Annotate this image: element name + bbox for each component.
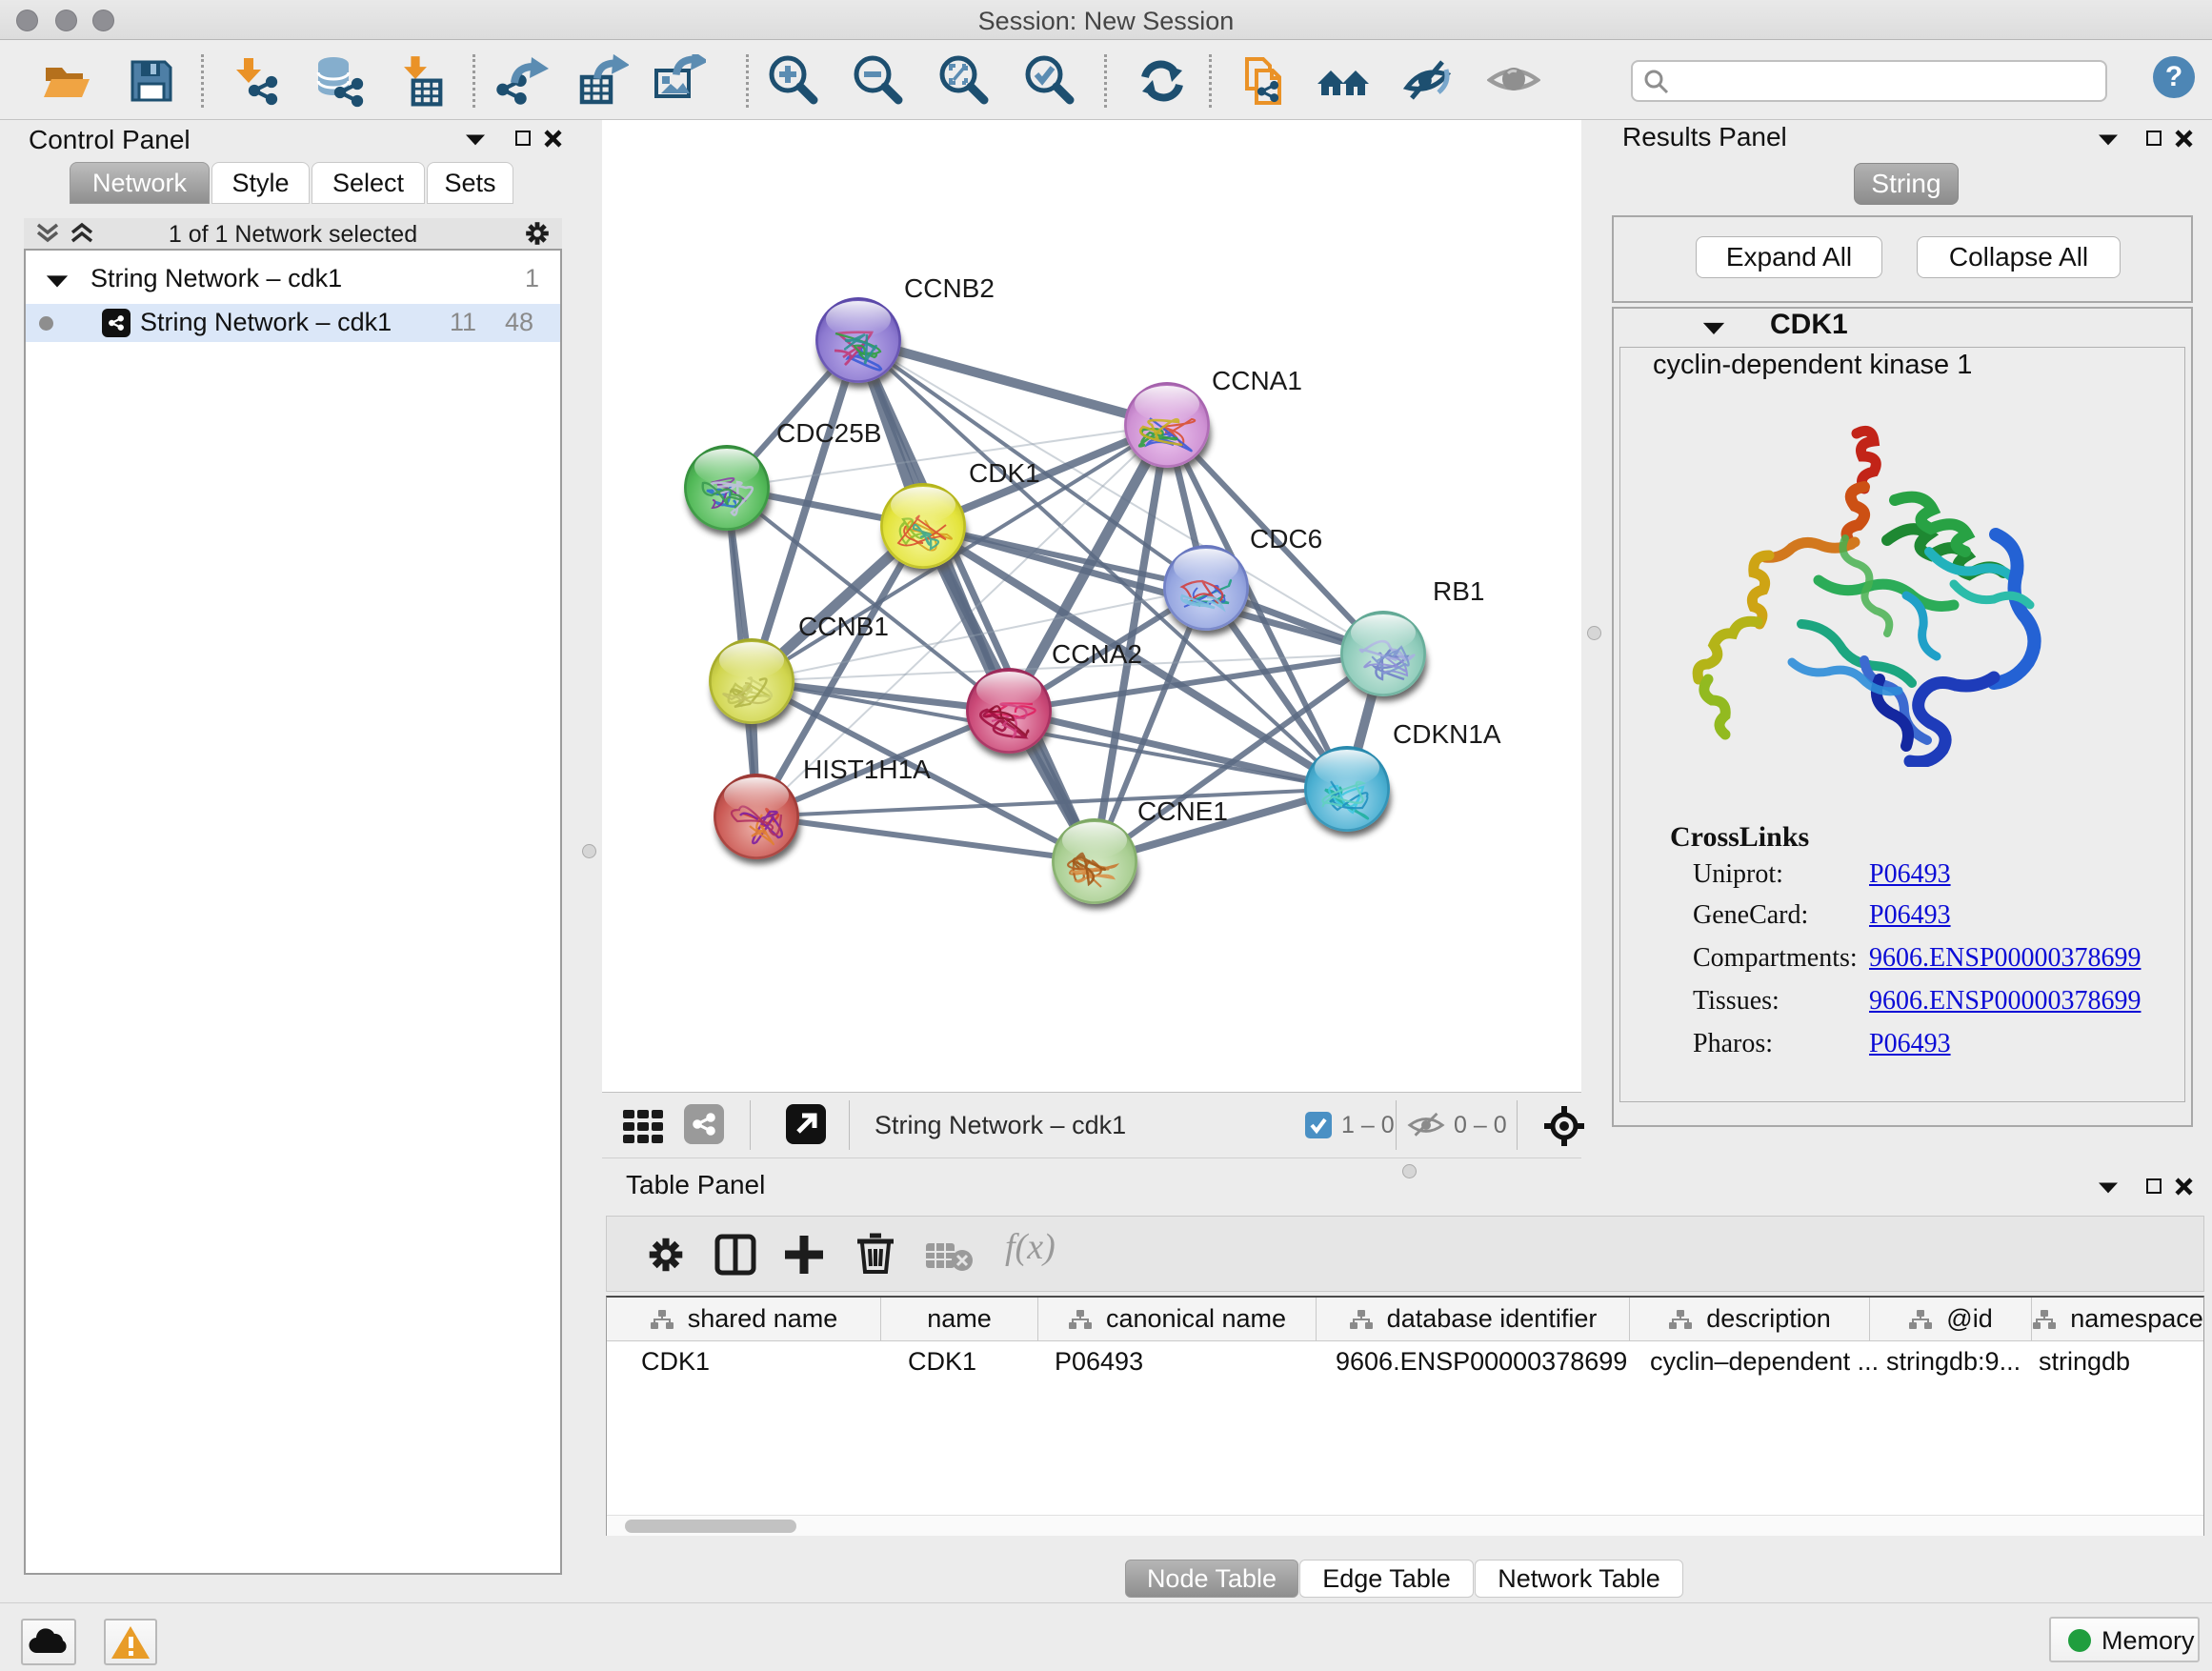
svg-text:CDKN1A: CDKN1A: [1393, 719, 1501, 749]
svg-text:RB1: RB1: [1433, 576, 1484, 606]
svg-text:CDC25B: CDC25B: [776, 418, 881, 448]
svg-text:CCNA2: CCNA2: [1052, 639, 1142, 669]
svg-text:CCNB2: CCNB2: [904, 273, 995, 303]
svg-text:CCNB1: CCNB1: [798, 612, 889, 641]
svg-text:CCNE1: CCNE1: [1137, 796, 1228, 826]
svg-text:CDC6: CDC6: [1250, 524, 1322, 554]
svg-text:CCNA1: CCNA1: [1212, 366, 1302, 395]
svg-text:CDK1: CDK1: [969, 458, 1040, 488]
svg-text:?: ?: [2165, 61, 2182, 92]
svg-text:HIST1H1A: HIST1H1A: [803, 755, 931, 784]
